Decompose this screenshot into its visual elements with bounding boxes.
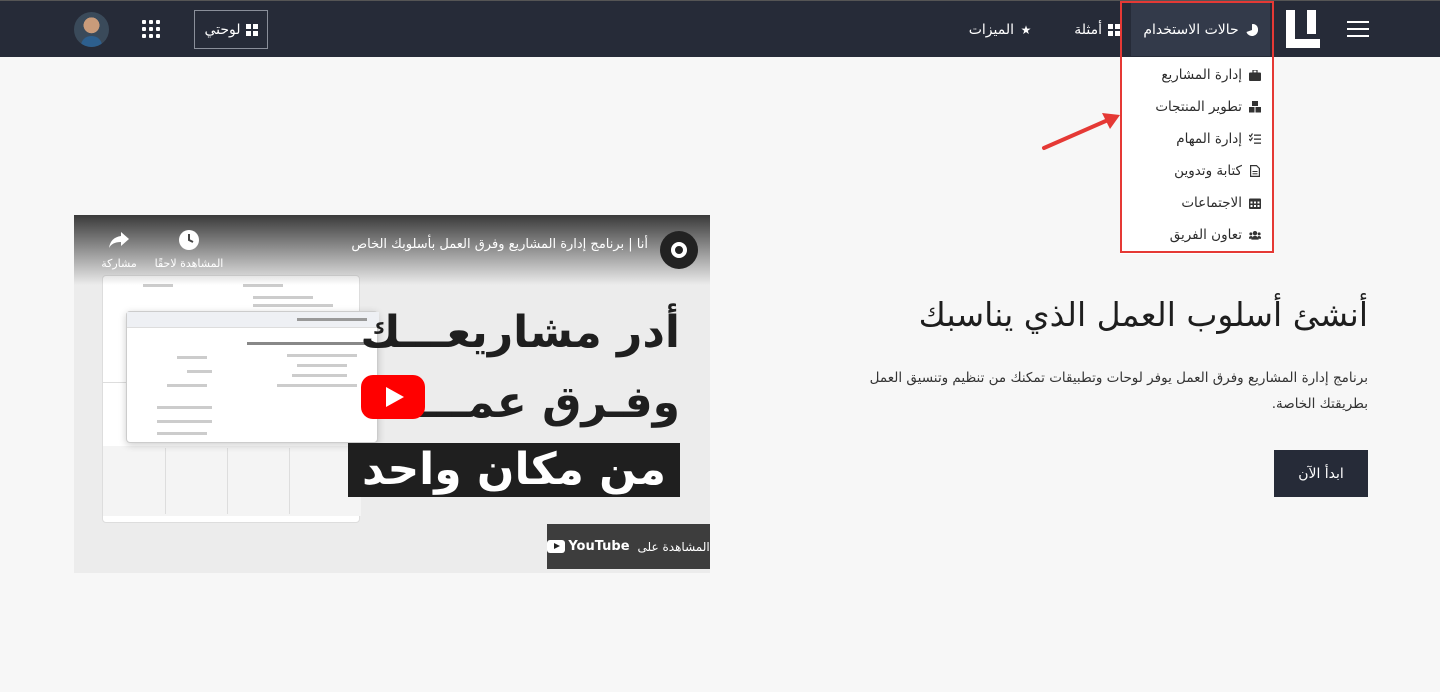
dropdown-item-task-management[interactable]: إدارة المهام	[1120, 123, 1274, 155]
watch-on-youtube-button[interactable]: المشاهدة على YouTube	[547, 524, 710, 569]
share-icon	[84, 229, 154, 257]
hero-description: برنامج إدارة المشاريع وفرق العمل يوفر لو…	[869, 370, 1368, 412]
nav-examples[interactable]: أمثلة	[1060, 3, 1120, 56]
watch-later-button[interactable]: المشاهدة لاحقًا	[154, 229, 224, 270]
watch-later-label: المشاهدة لاحقًا	[154, 257, 224, 270]
hero-title: أنشئ أسلوب العمل الذي يناسبك	[918, 295, 1368, 334]
clock-icon	[154, 229, 224, 257]
video-headline-1: أدر مشاريعـــك	[360, 307, 680, 358]
dropdown-item-label: تعاون الفريق	[1169, 227, 1242, 243]
video-headline-3: من مكان واحد	[348, 443, 680, 497]
calendar-icon	[1249, 197, 1261, 209]
watch-on-label: المشاهدة على	[637, 539, 710, 554]
video-thumbnail-popup	[126, 311, 379, 443]
dropdown-item-label: الاجتماعات	[1181, 195, 1242, 211]
app-logo[interactable]	[1286, 10, 1320, 48]
grid-icon	[1108, 23, 1120, 36]
my-board-button[interactable]: لوحتي	[194, 10, 268, 49]
dropdown-item-project-management[interactable]: إدارة المشاريع	[1120, 59, 1274, 91]
dropdown-item-label: إدارة المشاريع	[1161, 67, 1242, 83]
dropdown-item-label: إدارة المهام	[1176, 131, 1242, 147]
share-label: مشاركة	[101, 257, 137, 270]
dropdown-item-label: كتابة وتدوين	[1174, 163, 1242, 179]
star-icon: ★	[1020, 22, 1032, 37]
menu-icon[interactable]	[1347, 21, 1369, 37]
youtube-logo-text: YouTube	[568, 539, 630, 554]
dropdown-item-label: تطوير المنتجات	[1155, 99, 1242, 115]
nav-use-cases-label: حالات الاستخدام	[1143, 21, 1239, 38]
start-now-button[interactable]: ابدأ الآن	[1274, 450, 1368, 497]
briefcase-icon	[1249, 69, 1261, 81]
youtube-logo-icon: YouTube	[547, 539, 630, 554]
user-avatar[interactable]	[74, 12, 109, 47]
cubes-icon	[1249, 101, 1261, 113]
use-cases-dropdown: إدارة المشاريع تطوير المنتجات إدارة المه…	[1120, 57, 1274, 254]
annotation-arrow-icon	[1042, 113, 1120, 150]
grid-icon	[245, 23, 258, 36]
apps-grid-icon[interactable]	[142, 20, 160, 38]
file-icon	[1249, 165, 1261, 177]
nav-features[interactable]: ★ الميزات	[968, 3, 1032, 56]
dropdown-item-product-development[interactable]: تطوير المنتجات	[1120, 91, 1274, 123]
youtube-video-embed[interactable]: أنا | برنامج إدارة المشاريع وفرق العمل ب…	[74, 215, 710, 573]
share-button[interactable]: مشاركة	[84, 229, 154, 270]
play-button-icon[interactable]	[361, 375, 425, 419]
my-board-label: لوحتي	[204, 21, 241, 38]
dropdown-item-writing[interactable]: كتابة وتدوين	[1120, 155, 1274, 187]
dropdown-item-meetings[interactable]: الاجتماعات	[1120, 187, 1274, 219]
nav-use-cases[interactable]: حالات الاستخدام	[1131, 3, 1270, 56]
dropdown-item-team-collaboration[interactable]: تعاون الفريق	[1120, 219, 1274, 251]
pie-chart-icon	[1246, 23, 1258, 36]
video-title[interactable]: أنا | برنامج إدارة المشاريع وفرق العمل ب…	[208, 237, 648, 252]
tasks-icon	[1249, 133, 1261, 145]
users-icon	[1249, 229, 1261, 241]
nav-examples-label: أمثلة	[1074, 21, 1102, 38]
channel-icon[interactable]	[660, 231, 698, 269]
nav-features-label: الميزات	[968, 21, 1014, 38]
top-navbar: حالات الاستخدام أمثلة ★ الميزات لوحتي	[0, 0, 1440, 57]
